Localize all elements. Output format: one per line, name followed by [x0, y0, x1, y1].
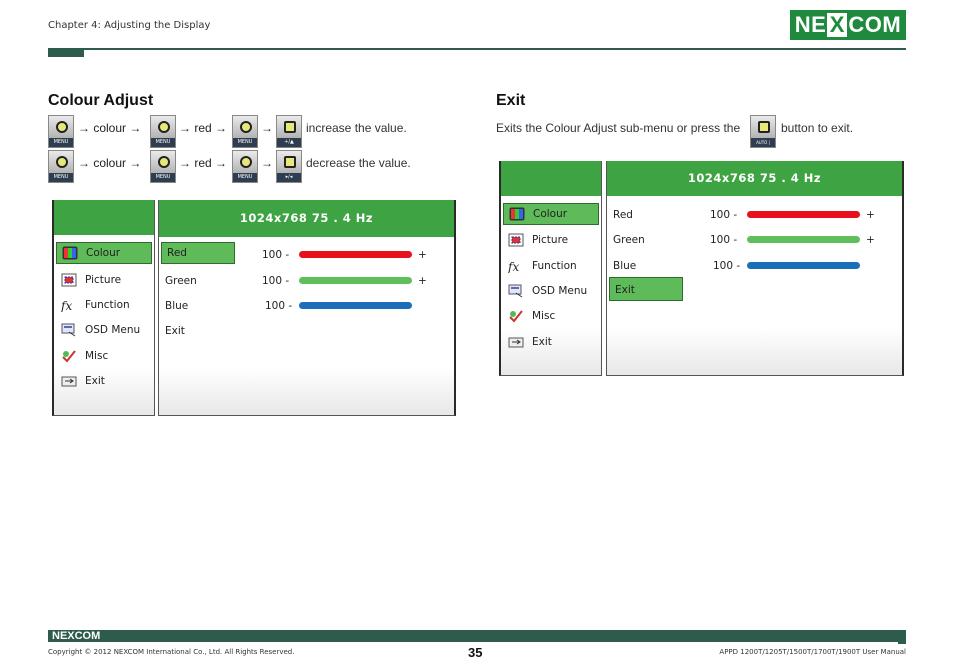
menu-item-picture[interactable]: Picture — [503, 229, 599, 251]
sub-item-exit[interactable]: Exit — [165, 320, 185, 342]
colour-icon — [62, 246, 78, 260]
red-level-bar[interactable] — [747, 211, 860, 218]
svg-text:fx: fx — [508, 260, 519, 273]
menu-item-picture[interactable]: Picture — [56, 269, 152, 291]
sub-item-red[interactable]: Red — [613, 204, 633, 226]
menu-button-icon: MENU — [48, 115, 74, 148]
menu-item-function[interactable]: fx Function — [56, 294, 152, 316]
green-level-bar[interactable] — [747, 236, 860, 243]
header-rule — [48, 48, 906, 50]
green-plus: + — [866, 234, 875, 246]
osd-sub-menu: 1024x768 75 . 4 Hz Red 100 - + Green 100… — [606, 161, 904, 376]
red-level-bar[interactable] — [299, 251, 412, 258]
misc-icon — [61, 349, 77, 363]
misc-icon — [508, 309, 524, 323]
step-result: decrease the value. — [306, 156, 411, 170]
red-value: 100 - — [710, 209, 738, 221]
step-text: → colour → — [78, 156, 142, 170]
step-arrow: → — [261, 121, 273, 135]
function-icon: fx — [60, 298, 77, 313]
menu-button-icon: MENU — [232, 150, 258, 183]
osd-menu-icon — [508, 284, 524, 298]
svg-text:fx: fx — [61, 299, 72, 312]
menu-item-colour[interactable]: Colour — [503, 203, 599, 225]
green-plus: + — [418, 275, 427, 287]
section-title-exit: Exit — [496, 92, 526, 109]
auto-exit-button-icon: AUTO | EXIT — [750, 115, 776, 154]
sub-item-blue[interactable]: Blue — [165, 295, 188, 317]
green-level-bar[interactable] — [299, 277, 412, 284]
picture-icon — [61, 273, 77, 287]
red-value: 100 - — [262, 249, 290, 261]
function-icon: fx — [507, 259, 524, 274]
sub-item-exit[interactable]: Exit — [609, 277, 683, 301]
menu-button-icon: MENU — [150, 115, 176, 148]
menu-item-function[interactable]: fx Function — [503, 255, 599, 277]
copyright: Copyright © 2012 NEXCOM International Co… — [48, 648, 295, 656]
blue-level-bar[interactable] — [747, 262, 860, 269]
sub-item-green[interactable]: Green — [613, 229, 645, 251]
red-plus: + — [418, 249, 427, 261]
step-result: increase the value. — [306, 121, 407, 135]
sub-item-green[interactable]: Green — [165, 270, 197, 292]
menu-item-colour[interactable]: Colour — [56, 242, 152, 264]
exit-icon — [508, 335, 524, 349]
step-text: → red → — [179, 121, 228, 135]
sub-item-blue[interactable]: Blue — [613, 255, 636, 277]
plus-button-icon: +/▲ — [276, 115, 302, 148]
picture-icon — [508, 233, 524, 247]
blue-level-bar[interactable] — [299, 302, 412, 309]
menu-item-misc[interactable]: Misc — [56, 345, 152, 367]
resolution-bar: 1024x768 75 . 4 Hz — [159, 200, 454, 237]
osd-sub-menu: 1024x768 75 . 4 Hz Red 100 - + Green 100… — [158, 200, 456, 416]
exit-text-end: button to exit. — [781, 121, 854, 135]
menu-button-icon: MENU — [150, 150, 176, 183]
chapter-title: Chapter 4: Adjusting the Display — [48, 20, 211, 31]
menu-button-icon: MENU — [232, 115, 258, 148]
menu-item-exit[interactable]: Exit — [56, 370, 152, 392]
colour-icon — [509, 207, 525, 221]
nexcom-logo: NE X COM — [790, 10, 906, 40]
osd-main-menu: Colour Picture fx Function OSD Menu Misc… — [52, 200, 155, 416]
blue-value: 100 - — [713, 260, 741, 272]
menu-item-exit[interactable]: Exit — [503, 331, 599, 353]
footer-square — [890, 630, 898, 637]
sub-item-red[interactable]: Red — [161, 242, 235, 264]
manual-title: APPD 1200T/1205T/1500T/1700T/1900T User … — [719, 648, 906, 656]
header-accent-block — [48, 48, 84, 57]
menu-button-icon: MENU — [48, 150, 74, 183]
page-number: 35 — [468, 645, 483, 660]
step-text: → red → — [179, 156, 228, 170]
menu-item-misc[interactable]: Misc — [503, 305, 599, 327]
blue-value: 100 - — [265, 300, 293, 312]
green-value: 100 - — [262, 275, 290, 287]
step-text: → colour → — [78, 121, 142, 135]
section-title-colour-adjust: Colour Adjust — [48, 92, 154, 109]
menu-item-osd-menu[interactable]: OSD Menu — [503, 280, 599, 302]
minus-button-icon: ▸/◂ — [276, 150, 302, 183]
green-value: 100 - — [710, 234, 738, 246]
footer-logo: NEXCOM — [52, 630, 101, 642]
menu-item-osd-menu[interactable]: OSD Menu — [56, 319, 152, 341]
footer-bar — [48, 630, 906, 642]
exit-icon — [61, 374, 77, 388]
resolution-bar: 1024x768 75 . 4 Hz — [607, 161, 902, 196]
step-arrow: → — [261, 156, 273, 170]
osd-menu-icon — [61, 323, 77, 337]
red-plus: + — [866, 209, 875, 221]
footer-square — [898, 637, 906, 644]
osd-main-menu: Colour Picture fx Function OSD Menu Misc… — [499, 161, 602, 376]
exit-text: Exits the Colour Adjust sub-menu or pres… — [496, 121, 741, 135]
